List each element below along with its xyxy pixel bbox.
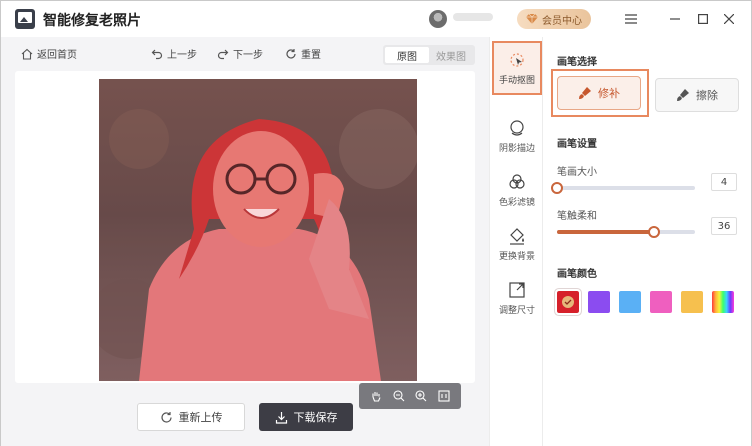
tool-change-background-label: 更换背景 (498, 251, 535, 262)
brush-repair-label: 修补 (598, 87, 620, 100)
cursor-click-icon (510, 52, 524, 67)
selected-check-icon (562, 296, 574, 308)
reset-icon (286, 48, 296, 59)
brush-softness-fill (557, 230, 654, 234)
diamond-icon (526, 13, 538, 24)
app-logo-icon (15, 9, 35, 29)
view-original-tab[interactable]: 原图 (385, 47, 429, 63)
maximize-icon (698, 14, 708, 24)
brush-size-thumb[interactable] (551, 182, 563, 194)
refresh-icon (160, 411, 172, 423)
redo-label: 下一步 (233, 50, 263, 61)
close-button[interactable] (719, 9, 739, 29)
menu-button[interactable] (621, 9, 641, 29)
brush-icon (579, 87, 591, 99)
minimize-icon (670, 18, 680, 20)
redo-icon (217, 49, 229, 59)
home-icon (21, 48, 33, 60)
canvas-area (15, 71, 475, 409)
resize-icon (509, 281, 525, 298)
color-swatch[interactable] (650, 291, 672, 313)
brush-erase-button[interactable]: 擦除 (655, 78, 739, 112)
download-save-label: 下载保存 (293, 411, 338, 424)
zoom-out-icon[interactable] (392, 389, 406, 403)
brush-size-label: 笔画大小 (557, 167, 597, 178)
shadow-outline-icon (510, 119, 524, 136)
vip-center-button[interactable]: 会员中心 (517, 9, 591, 29)
paint-bucket-icon (510, 227, 524, 245)
photo-preview[interactable] (99, 79, 417, 381)
tool-sidebar: 手动抠图 阴影描边 色彩滤镜 更换背景 调整尺寸 (489, 37, 543, 446)
fit-to-screen-icon[interactable] (437, 389, 451, 403)
color-swatch[interactable] (712, 291, 734, 313)
tool-color-filter[interactable]: 色彩滤镜 (492, 163, 542, 217)
tool-resize-label: 调整尺寸 (498, 305, 535, 316)
tool-manual-cutout[interactable]: 手动抠图 (492, 41, 542, 95)
view-toggle: 原图 效果图 (383, 45, 475, 65)
brush-softness-slider[interactable] (557, 226, 695, 238)
color-swatch[interactable] (681, 291, 703, 313)
brush-erase-label: 擦除 (696, 89, 718, 102)
brush-size-slider[interactable] (551, 182, 695, 194)
tool-resize[interactable]: 调整尺寸 (492, 271, 542, 325)
color-swatch[interactable] (555, 289, 581, 315)
reset-button[interactable]: 重置 (285, 46, 321, 61)
app-title: 智能修复老照片 (43, 13, 141, 29)
undo-icon (151, 49, 163, 59)
tool-shadow-outline[interactable]: 阴影描边 (492, 109, 542, 163)
download-save-button[interactable]: 下载保存 (259, 403, 353, 431)
workspace: 返回首页 上一步 下一步 重置 原图 效果图 重新上传 下载保存 (1, 37, 489, 446)
brush-softness-thumb[interactable] (647, 226, 660, 238)
tool-color-filter-label: 色彩滤镜 (498, 197, 535, 208)
reupload-label: 重新上传 (178, 411, 223, 424)
color-swatch[interactable] (588, 291, 610, 313)
tool-change-background[interactable]: 更换背景 (492, 217, 542, 271)
maximize-button[interactable] (693, 9, 713, 29)
brush-panel: 画笔选择 修补 擦除 画笔设置 笔画大小 4 笔触柔和 36 画笔颜色 (543, 37, 751, 446)
close-icon (724, 14, 734, 24)
back-home-button[interactable]: 返回首页 (21, 46, 77, 61)
hand-pan-icon[interactable] (369, 389, 383, 403)
hamburger-menu-icon (625, 14, 637, 24)
brush-select-title: 画笔选择 (557, 57, 597, 68)
undo-button[interactable]: 上一步 (151, 46, 197, 61)
reset-label: 重置 (301, 50, 321, 61)
vip-center-label: 会员中心 (542, 15, 582, 27)
view-result-tab[interactable]: 效果图 (429, 47, 473, 63)
brush-settings-title: 画笔设置 (557, 139, 597, 150)
minimize-button[interactable] (665, 9, 685, 29)
zoom-in-icon[interactable] (414, 389, 428, 403)
user-name-placeholder (453, 13, 493, 21)
brush-softness-value[interactable]: 36 (711, 217, 737, 235)
color-filter-icon (509, 173, 525, 189)
color-swatch[interactable] (619, 291, 641, 313)
undo-label: 上一步 (167, 50, 197, 61)
app-window: 智能修复老照片 会员中心 返回首页 上一步 下一步 重置 原图 效果图 重新上传… (0, 0, 752, 446)
brush-size-value[interactable]: 4 (711, 173, 737, 191)
back-home-label: 返回首页 (37, 50, 77, 61)
brush-repair-button[interactable]: 修补 (557, 76, 641, 110)
brush-color-title: 画笔颜色 (557, 269, 597, 280)
zoom-toolbar (359, 383, 461, 409)
reupload-button[interactable]: 重新上传 (137, 403, 245, 431)
tool-manual-cutout-label: 手动抠图 (498, 75, 535, 86)
eraser-brush-icon (677, 89, 689, 101)
user-avatar[interactable] (429, 10, 447, 28)
brush-softness-label: 笔触柔和 (557, 211, 597, 222)
title-bar: 智能修复老照片 会员中心 (1, 1, 751, 37)
redo-button[interactable]: 下一步 (217, 46, 263, 61)
portrait-illustration (99, 79, 417, 381)
tool-shadow-outline-label: 阴影描边 (498, 143, 535, 154)
download-icon (275, 411, 287, 424)
